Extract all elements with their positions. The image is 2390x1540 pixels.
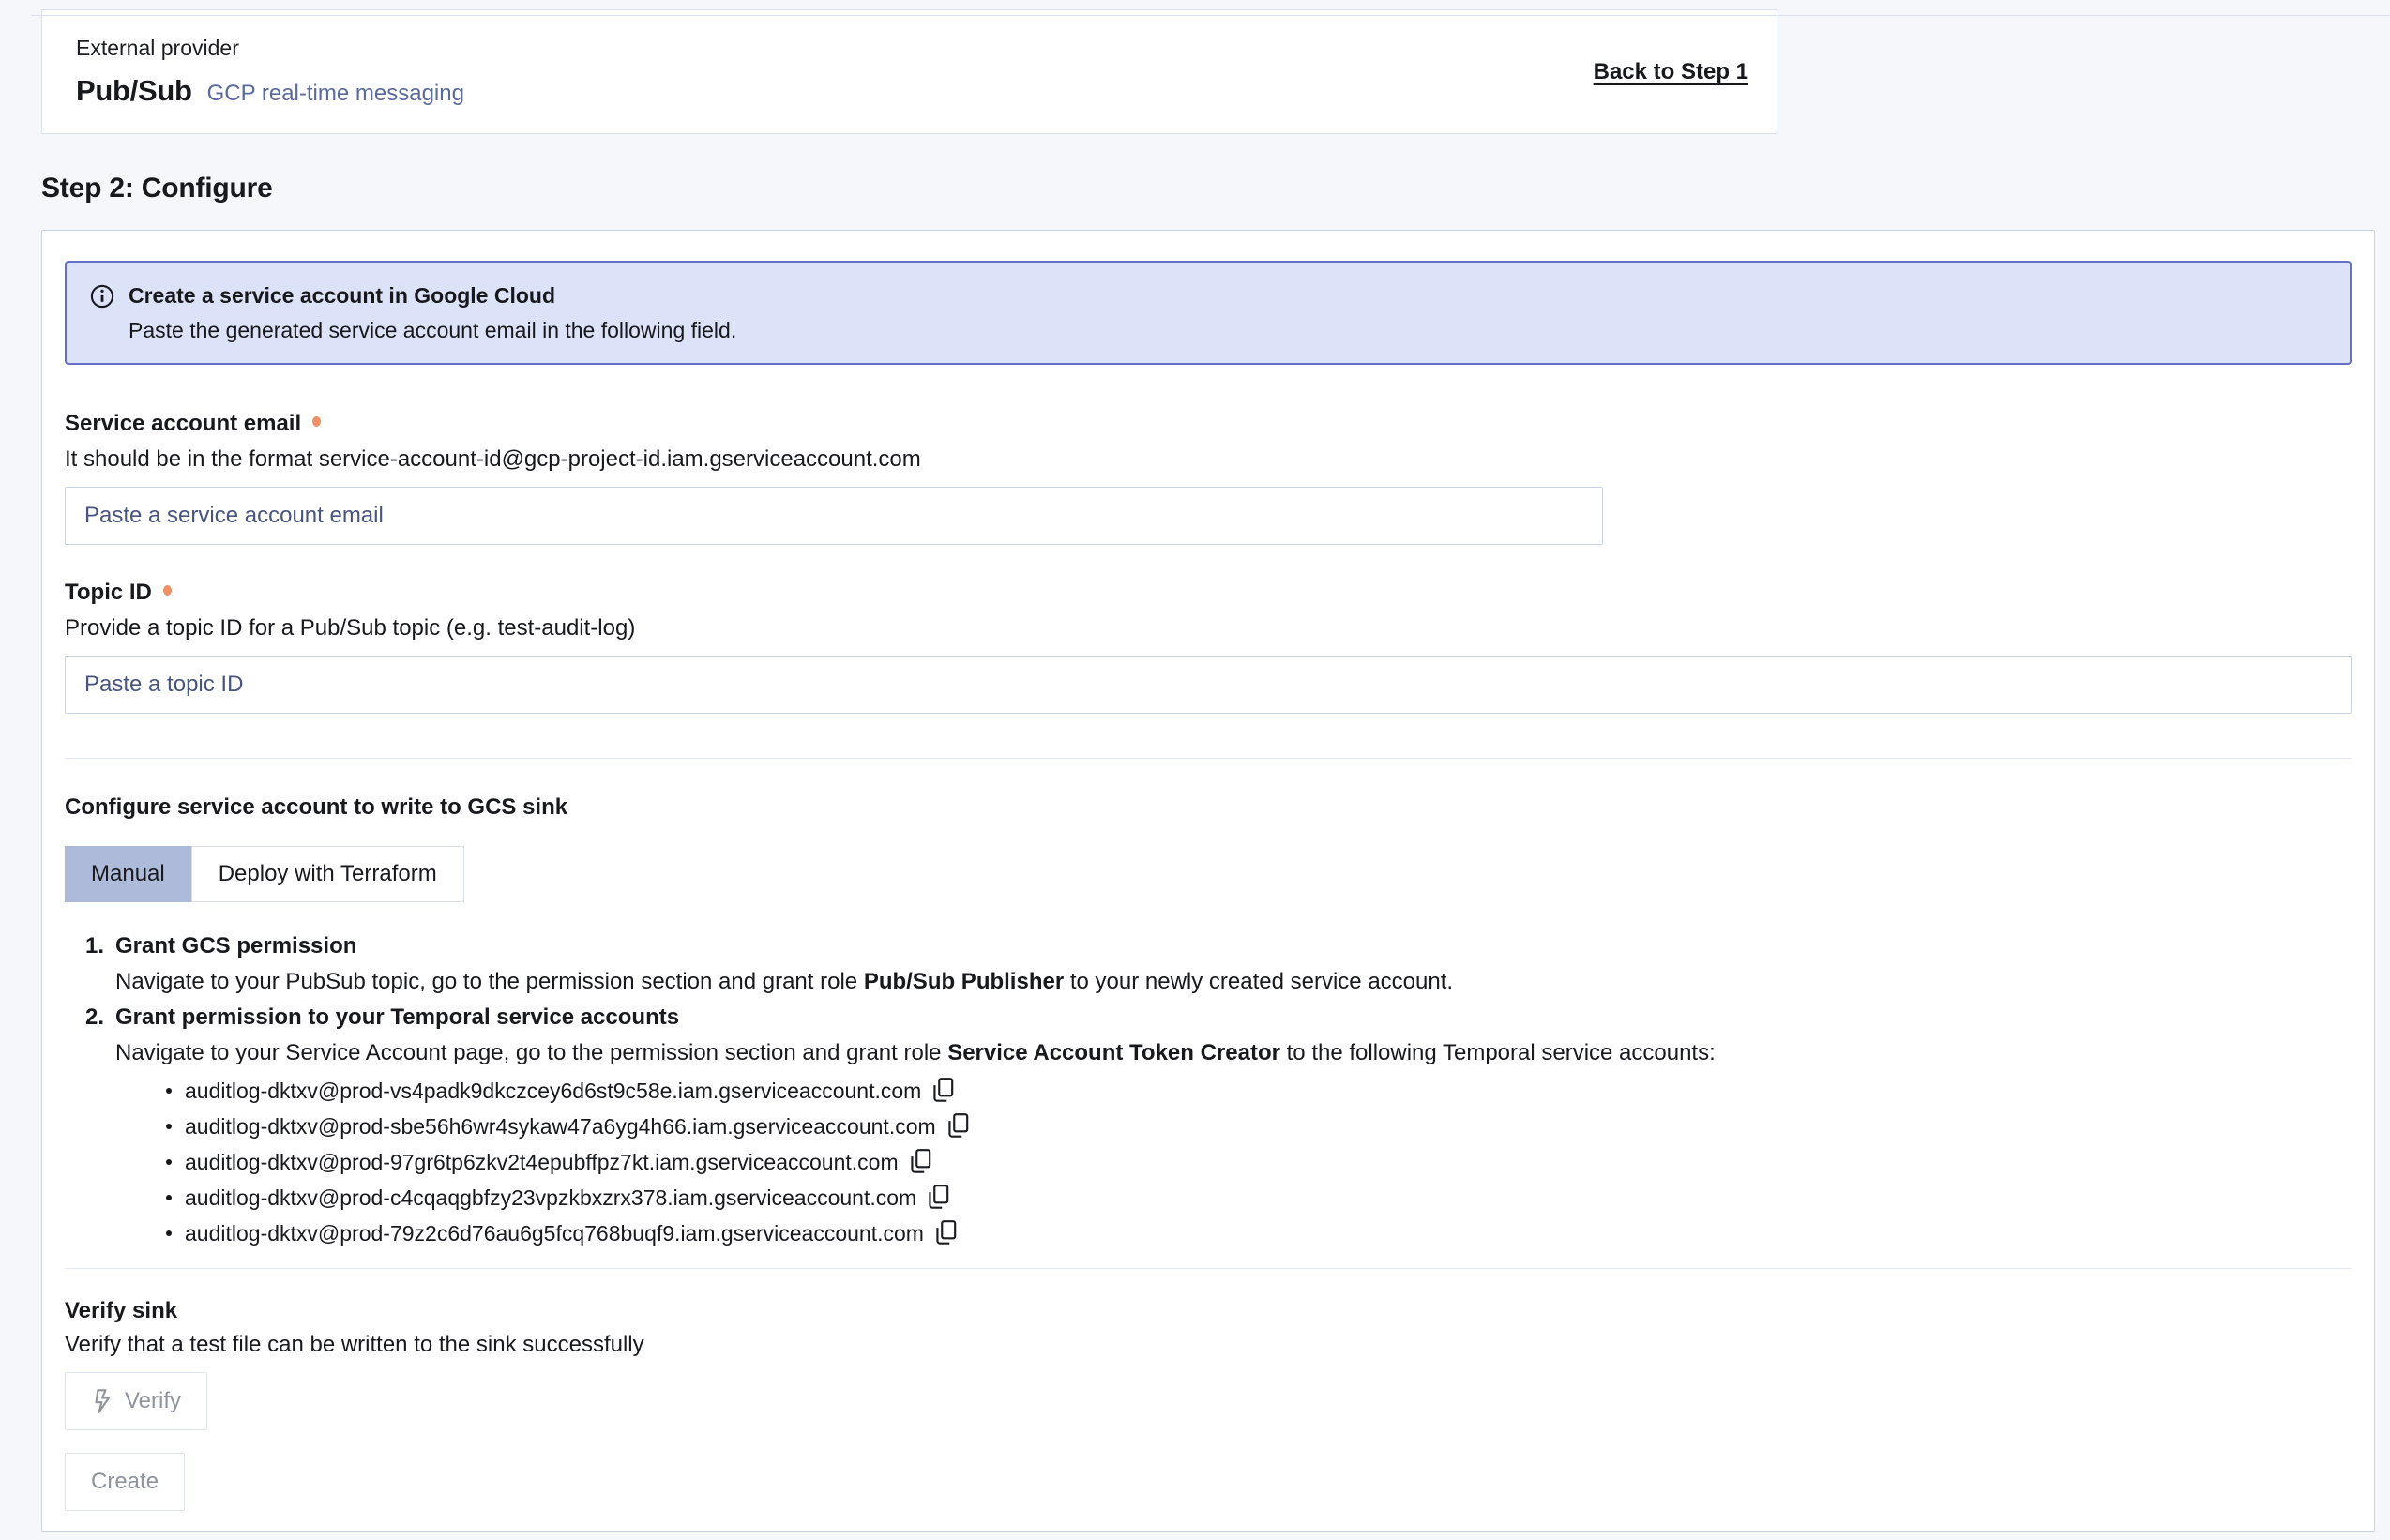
tab-deploy-with-terraform[interactable]: Deploy with Terraform <box>191 846 464 902</box>
create-button[interactable]: Create <box>65 1453 185 1511</box>
service-account-list-item: auditlog-dktxv@prod-79z2c6d76au6g5fcq768… <box>166 1215 2352 1251</box>
provider-card-label: External provider <box>76 36 464 61</box>
step-2-role-name: Service Account Token Creator <box>947 1040 1280 1065</box>
step-grant-temporal-permission: 2. Grant permission to your Temporal ser… <box>85 1004 2352 1251</box>
info-alert-title: Create a service account in Google Cloud <box>129 281 736 310</box>
step-1-role-name: Pub/Sub Publisher <box>864 969 1064 994</box>
temporal-service-account-list: auditlog-dktxv@prod-vs4padk9dkczcey6d6st… <box>166 1073 2352 1251</box>
step-1-body-suffix: to your newly created service account. <box>1064 969 1453 994</box>
verify-button-label: Verify <box>125 1388 181 1414</box>
section-divider <box>65 758 2352 759</box>
service-account-email-helper: It should be in the format service-accou… <box>65 445 2352 474</box>
step-2-heading: 2. Grant permission to your Temporal ser… <box>85 1004 2352 1032</box>
copy-icon[interactable] <box>945 1112 970 1140</box>
step-1-body-prefix: Navigate to your PubSub topic, go to the… <box>115 969 864 994</box>
required-indicator-dot <box>163 585 172 596</box>
service-account-list-item: auditlog-dktxv@prod-97gr6tp6zkv2t4epubff… <box>166 1144 2352 1180</box>
verify-button[interactable]: Verify <box>65 1372 207 1430</box>
provider-card: External provider Pub/Sub GCP real-time … <box>41 9 1777 134</box>
top-divider <box>31 15 2390 16</box>
provider-card-info: External provider Pub/Sub GCP real-time … <box>76 36 464 108</box>
provider-title-row: Pub/Sub GCP real-time messaging <box>76 74 464 108</box>
step-2-body-suffix: to the following Temporal service accoun… <box>1280 1040 1716 1065</box>
back-to-step-1-link[interactable]: Back to Step 1 <box>1594 59 1748 85</box>
service-account-email: auditlog-dktxv@prod-79z2c6d76au6g5fcq768… <box>185 1221 924 1246</box>
required-indicator-dot <box>312 416 321 427</box>
configure-method-tabs: Manual Deploy with Terraform <box>65 846 2352 902</box>
bullet-icon <box>166 1230 172 1236</box>
info-alert: Create a service account in Google Cloud… <box>65 261 2352 365</box>
topic-id-helper: Provide a topic ID for a Pub/Sub topic (… <box>65 614 2352 642</box>
step-1-number: 1. <box>85 932 115 960</box>
service-account-email-label: Service account email <box>65 410 301 438</box>
section-divider <box>65 1268 2352 1269</box>
service-account-list-item: auditlog-dktxv@prod-vs4padk9dkczcey6d6st… <box>166 1073 2352 1109</box>
provider-name: Pub/Sub <box>76 74 192 108</box>
step-grant-gcs-permission: 1. Grant GCS permission Navigate to your… <box>85 932 2352 996</box>
service-account-email: auditlog-dktxv@prod-sbe56h6wr4sykaw47a6y… <box>185 1114 936 1140</box>
step-2-body-prefix: Navigate to your Service Account page, g… <box>115 1040 947 1065</box>
topic-id-field-group: Topic ID Provide a topic ID for a Pub/Su… <box>65 579 2352 714</box>
copy-icon[interactable] <box>933 1219 958 1247</box>
service-account-email-field-group: Service account email It should be in th… <box>65 410 2352 545</box>
verify-button-row: Verify <box>65 1359 2352 1430</box>
step-1-body: Navigate to your PubSub topic, go to the… <box>115 968 2352 996</box>
step-1-title: Grant GCS permission <box>115 932 356 960</box>
topic-id-label: Topic ID <box>65 579 152 607</box>
page-title: Step 2: Configure <box>41 172 2390 205</box>
verify-sink-description: Verify that a test file can be written t… <box>65 1331 2352 1359</box>
step-1-heading: 1. Grant GCS permission <box>85 932 2352 960</box>
verify-sink-title: Verify sink <box>65 1297 2352 1325</box>
configure-section-title: Configure service account to write to GC… <box>65 793 2352 822</box>
step-2-body: Navigate to your Service Account page, g… <box>115 1039 2352 1067</box>
topic-id-label-row: Topic ID <box>65 579 2352 607</box>
service-account-list-item: auditlog-dktxv@prod-sbe56h6wr4sykaw47a6y… <box>166 1109 2352 1144</box>
copy-icon[interactable] <box>930 1077 955 1105</box>
step-2-title: Grant permission to your Temporal servic… <box>115 1004 679 1032</box>
info-alert-text: Create a service account in Google Cloud… <box>129 281 736 344</box>
service-account-email: auditlog-dktxv@prod-97gr6tp6zkv2t4epubff… <box>185 1150 899 1175</box>
bullet-icon <box>166 1195 172 1200</box>
provider-description: GCP real-time messaging <box>207 81 464 107</box>
service-account-email: auditlog-dktxv@prod-c4cqaqgbfzy23vpzkbxz… <box>185 1185 916 1211</box>
service-account-email-label-row: Service account email <box>65 410 2352 438</box>
topic-id-input[interactable] <box>65 656 2352 714</box>
manual-steps-list: 1. Grant GCS permission Navigate to your… <box>85 932 2352 1251</box>
create-button-row: Create <box>65 1430 2352 1511</box>
create-button-label: Create <box>91 1469 159 1495</box>
lightning-bolt-icon <box>91 1388 113 1414</box>
info-icon <box>89 283 115 344</box>
tab-manual[interactable]: Manual <box>65 846 191 902</box>
service-account-email: auditlog-dktxv@prod-vs4padk9dkczcey6d6st… <box>185 1079 921 1104</box>
copy-icon[interactable] <box>926 1184 950 1212</box>
bullet-icon <box>166 1124 172 1129</box>
copy-icon[interactable] <box>908 1148 932 1176</box>
bullet-icon <box>166 1088 172 1094</box>
service-account-email-input[interactable] <box>65 487 1603 545</box>
configure-panel: Create a service account in Google Cloud… <box>41 230 2375 1532</box>
info-alert-body: Paste the generated service account emai… <box>129 316 736 344</box>
service-account-list-item: auditlog-dktxv@prod-c4cqaqgbfzy23vpzkbxz… <box>166 1180 2352 1215</box>
bullet-icon <box>166 1159 172 1165</box>
step-2-number: 2. <box>85 1004 115 1032</box>
